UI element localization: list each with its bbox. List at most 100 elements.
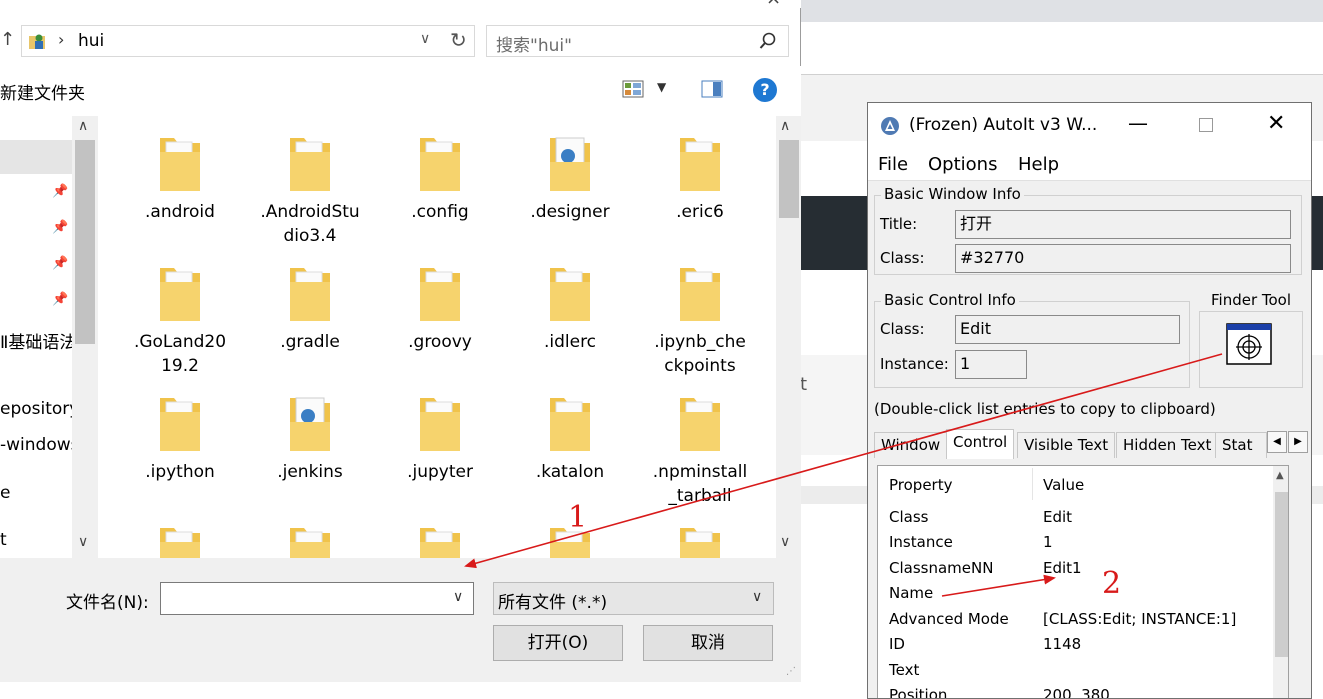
nav-selected-item[interactable] <box>0 140 72 174</box>
nav-item-label[interactable]: -windows <box>0 435 72 455</box>
folder-tile[interactable]: .gradle <box>250 246 370 374</box>
chevron-down-icon[interactable]: ∨ <box>453 589 463 605</box>
new-folder-button[interactable]: 新建文件夹 <box>0 79 85 104</box>
folder-tile[interactable]: .ipython <box>120 376 240 504</box>
pin-icon[interactable]: 📌 <box>52 184 68 199</box>
tab-visible-text[interactable]: Visible Text <box>1017 432 1116 458</box>
folder-icon <box>550 398 590 451</box>
autoit-titlebar[interactable]: (Frozen) AutoIt v3 W... — ✕ <box>868 103 1311 147</box>
control-instance-label: Instance: <box>880 355 949 373</box>
nav-item-label[interactable]: Ⅱ基础语法 <box>0 328 72 353</box>
preview-pane-icon[interactable] <box>701 80 723 98</box>
tab-control[interactable]: Control <box>946 429 1015 459</box>
window-class-field[interactable]: #32770 <box>955 244 1291 273</box>
minimize-icon[interactable]: — <box>1128 111 1148 135</box>
maximize-icon[interactable] <box>1199 118 1213 132</box>
filetype-select[interactable]: 所有文件 (*.*) ∨ <box>493 582 774 615</box>
nav-item-label[interactable]: e <box>0 483 72 503</box>
property-list-scrollbar-thumb[interactable] <box>1275 492 1288 657</box>
chevron-down-icon[interactable]: ∨ <box>420 31 430 47</box>
property-row[interactable]: Advanced Mode [CLASS:Edit; INSTANCE:1] <box>878 608 1273 633</box>
folder-tile[interactable]: .eric6 <box>640 116 760 244</box>
nav-scrollbar-thumb[interactable] <box>75 140 95 344</box>
folder-tile[interactable]: .jenkins <box>250 376 370 504</box>
pin-icon[interactable]: 📌 <box>52 292 68 307</box>
property-name: Advanced Mode <box>889 610 1009 628</box>
folder-tile[interactable]: .AndroidStudio3.4 <box>250 116 370 246</box>
pin-icon[interactable]: 📌 <box>52 256 68 271</box>
folder-tile[interactable] <box>250 506 370 558</box>
folder-tile[interactable]: .npminstall_tarball <box>640 376 760 506</box>
column-header-value[interactable]: Value <box>1043 476 1084 494</box>
folder-tile[interactable]: .groovy <box>380 246 500 374</box>
address-bar[interactable]: › hui ∨ ↻ <box>21 25 475 57</box>
tab-window[interactable]: Window <box>874 432 948 458</box>
property-row[interactable]: Instance 1 <box>878 531 1273 556</box>
basic-window-info-title: Basic Window Info <box>881 185 1024 203</box>
cancel-button[interactable]: 取消 <box>643 625 773 661</box>
filename-input[interactable]: ∨ <box>160 582 474 615</box>
folder-tile[interactable]: .jupyter <box>380 376 500 504</box>
folder-name: .groovy <box>408 332 472 352</box>
file-grid-scrollbar[interactable]: ∧ ∨ <box>776 116 801 558</box>
autoit-logo-icon <box>881 117 899 135</box>
chevron-down-icon[interactable]: ∨ <box>78 534 88 550</box>
nav-item-label[interactable]: epository <box>0 399 72 419</box>
search-input[interactable]: 搜索"hui" <box>486 25 789 57</box>
folder-tile[interactable]: .ipynb_checkpoints <box>640 246 760 376</box>
control-instance-field[interactable]: 1 <box>955 350 1027 379</box>
folder-tile[interactable]: .idlerc <box>510 246 630 374</box>
crosshair-icon[interactable] <box>1226 323 1272 365</box>
property-row[interactable]: Text <box>878 659 1273 684</box>
property-value: [CLASS:Edit; INSTANCE:1] <box>1043 610 1237 628</box>
control-class-field[interactable]: Edit <box>955 315 1180 344</box>
menu-file[interactable]: File <box>878 154 908 175</box>
folder-tile[interactable]: .GoLand2019.2 <box>120 246 240 376</box>
property-row[interactable]: Name <box>878 582 1273 607</box>
tab-scroll-left-icon[interactable]: ◀ <box>1267 431 1287 453</box>
file-grid-scrollbar-thumb[interactable] <box>779 140 799 218</box>
folder-tile[interactable]: .katalon <box>510 376 630 504</box>
property-row[interactable]: ClassnameNN Edit1 <box>878 557 1273 582</box>
help-icon[interactable]: ? <box>753 78 777 102</box>
property-value: Edit1 <box>1043 559 1082 577</box>
property-row[interactable]: Position 200, 380 <box>878 684 1273 699</box>
window-title-field[interactable]: 打开 <box>955 210 1291 239</box>
close-icon[interactable]: ✕ <box>1267 111 1285 136</box>
folder-tile[interactable] <box>640 506 760 558</box>
folder-tile[interactable]: .config <box>380 116 500 244</box>
up-folder-icon[interactable]: ↑ <box>0 29 15 50</box>
tab-hidden-text[interactable]: Hidden Text <box>1116 432 1219 458</box>
property-row[interactable]: Class Edit <box>878 506 1273 531</box>
chevron-up-icon[interactable]: ∧ <box>78 118 88 134</box>
menu-help[interactable]: Help <box>1018 154 1059 175</box>
resize-grip-icon[interactable]: ⋰ <box>786 666 796 677</box>
column-header-property[interactable]: Property <box>889 476 952 494</box>
dialog-close-icon[interactable]: × <box>766 0 781 9</box>
folder-tile[interactable]: .android <box>120 116 240 244</box>
menu-options[interactable]: Options <box>928 154 997 175</box>
open-button[interactable]: 打开(O) <box>493 625 623 661</box>
folder-tile[interactable] <box>120 506 240 558</box>
folder-name: .android <box>145 202 215 222</box>
chevron-down-icon[interactable]: ∨ <box>752 589 762 605</box>
folder-icon <box>680 268 720 321</box>
breadcrumb-current-folder[interactable]: hui <box>78 31 104 51</box>
nav-item-label[interactable]: t <box>0 530 72 550</box>
refresh-icon[interactable]: ↻ <box>450 28 467 52</box>
search-icon[interactable] <box>759 32 777 50</box>
folder-tile[interactable] <box>380 506 500 558</box>
tab-scroll-right-icon[interactable]: ▶ <box>1288 431 1308 453</box>
chevron-up-icon[interactable]: ▲ <box>1276 470 1284 481</box>
view-mode-icon[interactable] <box>622 80 644 98</box>
pin-icon[interactable]: 📌 <box>52 220 68 235</box>
tab-statusbar[interactable]: Stat <box>1215 432 1267 458</box>
folder-tile[interactable]: .designer <box>510 116 630 244</box>
chevron-down-icon[interactable]: ∨ <box>780 534 790 550</box>
column-divider[interactable] <box>1032 468 1033 500</box>
view-dropdown-icon[interactable]: ▼ <box>657 80 666 94</box>
chevron-up-icon[interactable]: ∧ <box>780 118 790 134</box>
property-row[interactable]: ID 1148 <box>878 633 1273 658</box>
property-value: 200, 380 <box>1043 686 1110 699</box>
property-list-scrollbar[interactable]: ▲ <box>1273 466 1288 698</box>
